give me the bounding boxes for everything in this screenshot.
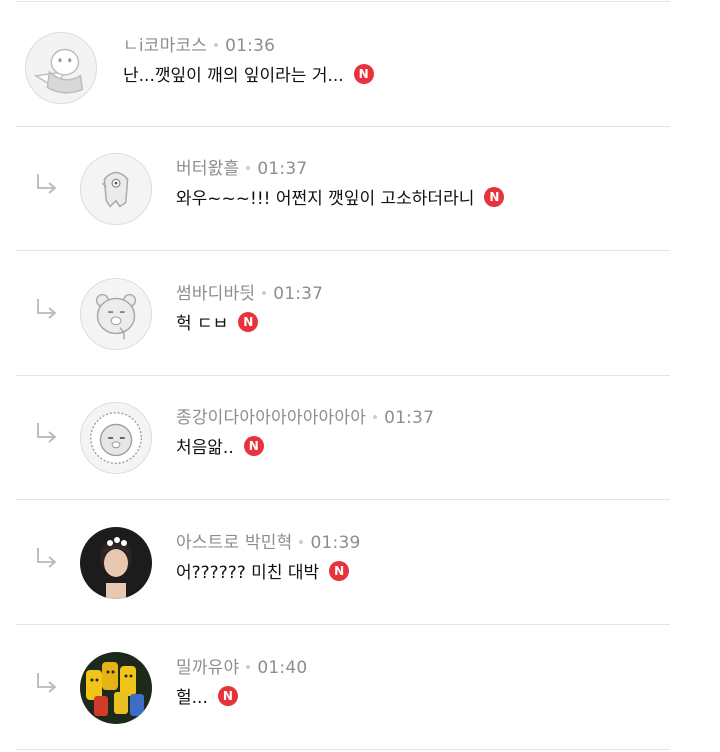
new-badge: N [238,311,259,332]
comment-author[interactable]: 썸바디바딋 [176,284,255,304]
comment-time: 01:39 [310,533,361,553]
comment-author[interactable]: 버터왌흘 [176,159,239,179]
comment-item: 썸바디바딋 01:37 헉 ㄷㅂ N [16,252,670,376]
comment-text-row: 와우~~~!!! 어쩐지 깻잎이 고소하더라니 N [176,184,505,209]
group-photo-avatar[interactable] [80,652,152,724]
comment-time: 01:37 [257,159,308,179]
comment-text: 헐... [176,688,208,708]
comment-item: 밀까유야 01:40 헐... N [16,626,670,750]
bear-avatar-icon[interactable] [80,278,152,350]
new-badge: N [353,63,374,84]
comment-text: 헉 ㄷㅂ [176,314,229,334]
lion-avatar-icon[interactable] [80,402,152,474]
comment-meta: 아스트로 박민혁 01:39 [176,528,360,553]
comment-meta: 종강이다아아아아아아아아 01:37 [176,403,434,428]
separator-dot [299,539,304,544]
comment-time: 01:37 [273,284,324,304]
new-badge: N [243,435,264,456]
character-avatar-icon[interactable] [80,153,152,225]
separator-dot [262,290,267,295]
separator-dot [214,42,219,47]
separator-dot [373,414,378,419]
comment-time: 01:37 [384,408,435,428]
comment-text-row: 어?????? 미친 대박 N [176,558,350,583]
comment-item: 버터왌흘 01:37 와우~~~!!! 어쩐지 깻잎이 고소하더라니 N [16,127,670,251]
reply-arrow-icon [37,299,57,319]
reply-arrow-icon [37,174,57,194]
comment-text: 와우~~~!!! 어쩐지 깻잎이 고소하더라니 [176,189,475,209]
person-photo-avatar[interactable] [80,527,152,599]
new-badge: N [217,685,238,706]
comment-text: 처음앎.. [176,438,234,458]
comment-text: 어?????? 미친 대박 [176,563,320,583]
comment-meta: ㄴi코마코스 01:36 [123,31,275,56]
separator-dot [246,664,251,669]
comment-text-row: 처음앎.. N [176,433,264,458]
reply-arrow-icon [37,548,57,568]
comment-item: 아스트로 박민혁 01:39 어?????? 미친 대박 N [16,501,670,625]
comment-author[interactable]: ㄴi코마코스 [123,36,207,56]
reply-arrow-icon [37,423,57,443]
comment-text-row: 헉 ㄷㅂ N [176,309,259,334]
separator-dot [246,165,251,170]
comment-meta: 밀까유야 01:40 [176,653,307,678]
comment-author[interactable]: 종강이다아아아아아아아아 [176,408,366,428]
comment-time: 01:40 [257,658,308,678]
comment-text: 난...깻잎이 깨의 잎이라는 거... [123,66,344,86]
comment-item: ㄴi코마코스 01:36 난...깻잎이 깨의 잎이라는 거... N [16,3,670,127]
comment-author[interactable]: 아스트로 박민혁 [176,533,292,553]
comment-text-row: 난...깻잎이 깨의 잎이라는 거... N [123,61,374,86]
comment-meta: 버터왌흘 01:37 [176,154,307,179]
reply-arrow-icon [37,673,57,693]
comment-text-row: 헐... N [176,683,238,708]
new-badge: N [484,186,505,207]
comment-meta: 썸바디바딋 01:37 [176,279,323,304]
comment-item: 종강이다아아아아아아아아 01:37 처음앎.. N [16,376,670,500]
character-avatar-icon[interactable] [25,32,97,104]
comment-author[interactable]: 밀까유야 [176,658,239,678]
new-badge: N [329,560,350,581]
comment-time: 01:36 [225,36,276,56]
top-divider [16,1,670,2]
